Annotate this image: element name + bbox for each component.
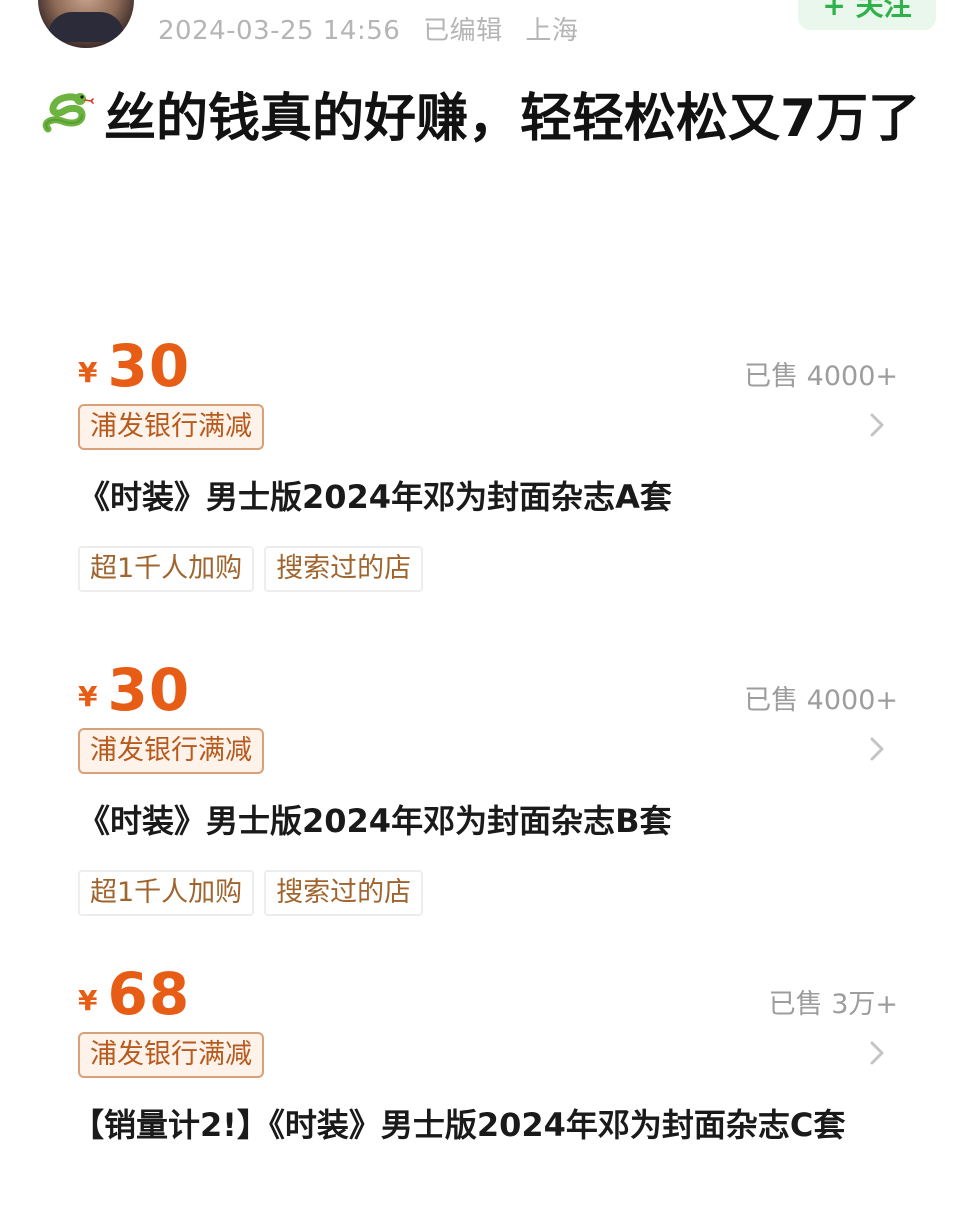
sold-count: 已售 4000+: [744, 361, 898, 392]
chevron-right-icon[interactable]: [862, 1038, 892, 1068]
currency-symbol: ¥: [78, 356, 98, 389]
post-title: 丝的钱真的好赚，轻轻松松又7万了: [38, 82, 938, 161]
post-meta: 2024-03-25 14:56 已编辑 上海: [158, 10, 592, 47]
product-price: ¥30: [78, 656, 190, 724]
product-tags: 超1千人加购 搜索过的店: [78, 546, 424, 592]
product-price: ¥30: [78, 332, 190, 400]
product-name[interactable]: 《时装》男士版2024年邓为封面杂志A套: [78, 472, 898, 522]
tag-label: 搜索过的店: [264, 870, 424, 916]
location-label: 上海: [525, 16, 579, 46]
product-tags: 超1千人加购 搜索过的店: [78, 870, 424, 916]
currency-symbol: ¥: [78, 984, 98, 1017]
price-value: 30: [107, 656, 191, 724]
post-date: 2024-03-25 14:56: [158, 16, 401, 46]
tag-label: 超1千人加购: [78, 546, 255, 592]
post-title-text: 丝的钱真的好赚，轻轻松松又7万了: [104, 89, 921, 149]
tag-label: 超1千人加购: [78, 870, 255, 916]
sold-count: 已售 3万+: [768, 989, 898, 1020]
promo-badge: 浦发银行满减: [78, 728, 264, 774]
product-name[interactable]: 《时装》男士版2024年邓为封面杂志B套: [78, 796, 898, 846]
avatar[interactable]: [38, 0, 134, 48]
promo-badge: 浦发银行满减: [78, 1032, 264, 1078]
sold-count: 已售 4000+: [744, 685, 898, 716]
chevron-right-icon[interactable]: [862, 410, 892, 440]
product-name[interactable]: 【销量计2!】《时装》男士版2024年邓为封面杂志C套: [72, 1100, 898, 1150]
price-value: 68: [107, 960, 191, 1028]
promo-badge: 浦发银行满减: [78, 404, 264, 450]
follow-label: + 关注: [822, 0, 912, 22]
price-value: 30: [107, 332, 191, 400]
product-price: ¥68: [78, 960, 190, 1028]
edited-label: 已编辑: [423, 16, 503, 46]
currency-symbol: ¥: [78, 680, 98, 713]
snake-emoji-icon: [38, 83, 96, 161]
chevron-right-icon[interactable]: [862, 734, 892, 764]
follow-button[interactable]: + 关注: [798, 0, 936, 30]
tag-label: 搜索过的店: [264, 546, 424, 592]
post-header: 2024-03-25 14:56 已编辑 上海 + 关注: [0, 0, 970, 60]
